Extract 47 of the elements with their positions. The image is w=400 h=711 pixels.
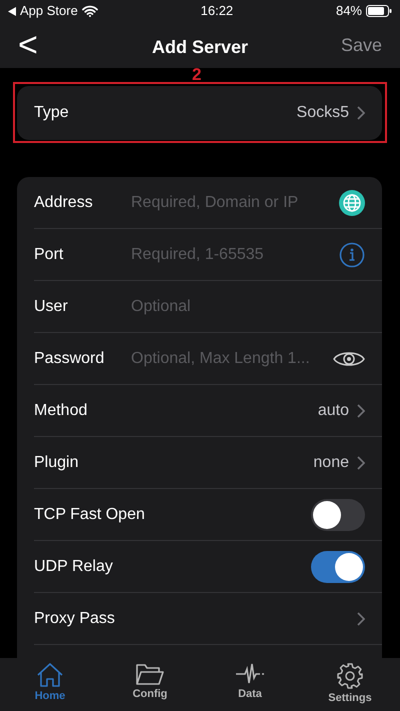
back-to-app-link[interactable]: App Store	[20, 1, 78, 21]
type-label: Type	[34, 103, 69, 123]
info-icon[interactable]	[339, 242, 365, 268]
field-label: Port	[34, 244, 64, 264]
select-row[interactable]: Plugin none	[34, 437, 382, 489]
input-field[interactable]: Required, 1-65535	[131, 242, 331, 266]
back-button[interactable]: <	[12, 28, 44, 62]
input-field[interactable]: Optional, Max Length 1...	[131, 346, 325, 370]
field-label: Address	[34, 192, 94, 212]
input-field[interactable]: Optional	[131, 294, 365, 318]
folder-icon	[135, 662, 165, 686]
annotation-number: 2	[192, 68, 202, 82]
tab[interactable]: Config	[100, 658, 200, 711]
field-label: Password	[34, 348, 106, 368]
option-label: Plugin	[34, 452, 78, 472]
tab[interactable]: Home	[0, 658, 100, 711]
home-icon	[36, 662, 64, 688]
page-title: Add Server	[152, 36, 248, 59]
option-value: auto	[318, 400, 349, 420]
save-button[interactable]: Save	[332, 32, 390, 58]
chevron-icon	[357, 404, 365, 418]
toggle-label: TCP Fast Open	[34, 504, 145, 524]
chevron-icon	[357, 612, 365, 626]
battery-icon	[366, 5, 392, 17]
select-row[interactable]: Method auto	[34, 385, 382, 437]
chevron-icon	[357, 456, 365, 470]
tab[interactable]: Data	[200, 658, 300, 711]
field-label: User	[34, 296, 69, 316]
status-time: 16:22	[200, 2, 234, 20]
back-triangle-icon	[8, 6, 16, 16]
toggle-switch[interactable]	[311, 498, 365, 530]
type-value: Socks5	[296, 103, 349, 123]
type-row[interactable]: Type Socks5	[17, 86, 382, 140]
chevron-icon	[357, 106, 365, 120]
select-row[interactable]: Proxy Pass	[34, 593, 382, 645]
pulse-icon	[235, 662, 265, 686]
wifi-icon	[82, 5, 98, 17]
tab[interactable]: Settings	[300, 658, 400, 711]
battery-percent: 84%	[336, 2, 362, 20]
option-label: Method	[34, 400, 88, 420]
toggle-label: UDP Relay	[34, 556, 113, 576]
option-label: Proxy Pass	[34, 608, 115, 628]
toggle-switch[interactable]	[311, 550, 365, 582]
input-field[interactable]: Required, Domain or IP	[131, 190, 331, 214]
settings-icon	[336, 662, 364, 690]
option-value: none	[313, 452, 349, 472]
globe-icon[interactable]	[339, 190, 365, 216]
